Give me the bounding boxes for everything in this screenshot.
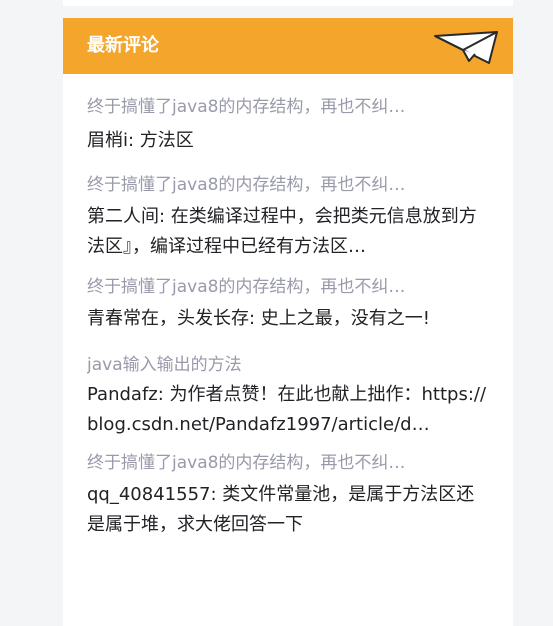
widget-title: 最新评论	[87, 35, 159, 56]
paper-plane-icon	[434, 31, 498, 64]
comment-article-link[interactable]: java输入输出的方法	[87, 352, 489, 378]
latest-comments-widget: 最新评论 终于搞懂了java8的内存结构，再也不纠… 眉梢i: 方法区 终于搞懂…	[63, 18, 513, 626]
comment-article-link[interactable]: 终于搞懂了java8的内存结构，再也不纠…	[87, 274, 489, 300]
comment-text[interactable]: 眉梢i: 方法区	[87, 126, 489, 156]
comment-text[interactable]: 第二人间: 在类编译过程中，会把类元信息放到方法区』，编译过程中已经有方法区…	[87, 202, 489, 262]
comment-item[interactable]: 终于搞懂了java8的内存结构，再也不纠… 眉梢i: 方法区	[87, 94, 489, 156]
comment-text[interactable]: 青春常在，头发长存: 史上之最，没有之一!	[87, 304, 489, 334]
comment-text[interactable]: qq_40841557: 类文件常量池，是属于方法区还是属于堆，求大佬回答一下	[87, 480, 489, 540]
previous-widget-edge	[63, 0, 513, 6]
comment-text[interactable]: Pandafz: 为作者点赞！在此也献上拙作：https://blog.csdn…	[87, 380, 489, 440]
comment-list: 终于搞懂了java8的内存结构，再也不纠… 眉梢i: 方法区 终于搞懂了java…	[63, 94, 513, 540]
comment-article-link[interactable]: 终于搞懂了java8的内存结构，再也不纠…	[87, 450, 489, 476]
comment-item[interactable]: 终于搞懂了java8的内存结构，再也不纠… 第二人间: 在类编译过程中，会把类元…	[87, 172, 489, 262]
comment-item[interactable]: java输入输出的方法 Pandafz: 为作者点赞！在此也献上拙作：https…	[87, 352, 489, 440]
comment-article-link[interactable]: 终于搞懂了java8的内存结构，再也不纠…	[87, 172, 489, 198]
comment-item[interactable]: 终于搞懂了java8的内存结构，再也不纠… 青春常在，头发长存: 史上之最，没有…	[87, 274, 489, 334]
comment-item[interactable]: 终于搞懂了java8的内存结构，再也不纠… qq_40841557: 类文件常量…	[87, 450, 489, 540]
comment-article-link[interactable]: 终于搞懂了java8的内存结构，再也不纠…	[87, 94, 489, 120]
widget-header: 最新评论	[63, 18, 513, 74]
